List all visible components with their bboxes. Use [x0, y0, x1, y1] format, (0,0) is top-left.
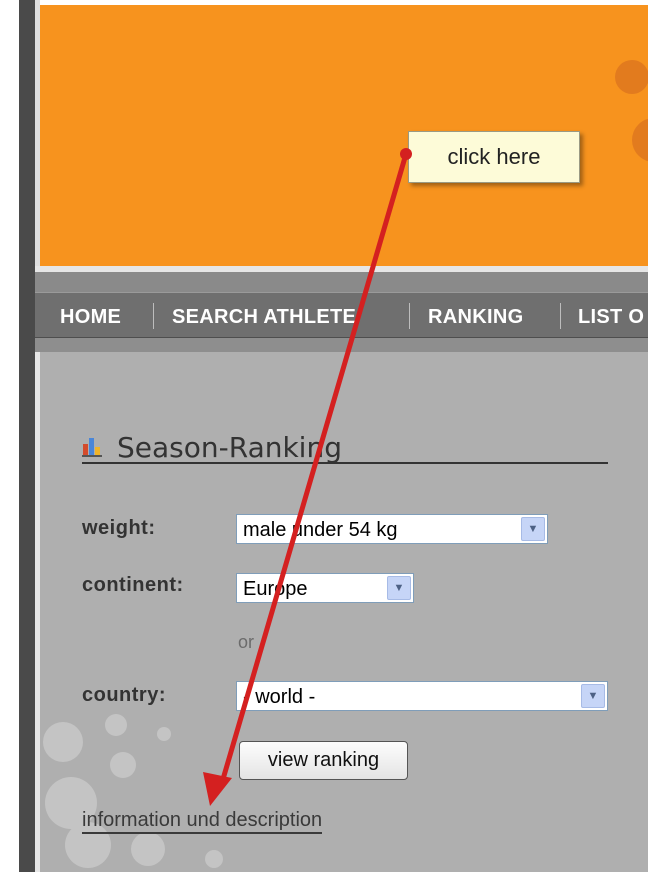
ranking-panel	[35, 352, 648, 872]
panel-decor-bubble	[105, 714, 127, 736]
panel-left-edge	[35, 352, 40, 872]
nav-item-home[interactable]: HOME	[60, 306, 121, 329]
country-label: country:	[82, 684, 166, 706]
bar-chart-icon	[82, 438, 102, 457]
information-link[interactable]: information und description	[82, 808, 323, 834]
click-here-callout: click here	[408, 131, 580, 183]
country-select-value: - world -	[243, 686, 316, 708]
panel-decor-bubble	[131, 832, 165, 866]
or-text: or	[238, 632, 255, 652]
panel-decor-bubble	[205, 850, 223, 868]
weight-select[interactable]: male under 54 kg ▼	[236, 514, 548, 544]
nav-separator	[153, 303, 154, 329]
nav-bottom-separator	[35, 338, 648, 352]
weight-label: weight:	[82, 517, 156, 539]
chevron-down-icon[interactable]: ▼	[387, 576, 411, 600]
chevron-down-icon[interactable]: ▼	[581, 684, 605, 708]
continent-label: continent:	[82, 574, 184, 596]
main-navigation: HOME SEARCH ATHLETE RANKING LIST O	[35, 292, 648, 338]
country-select[interactable]: - world - ▼	[236, 681, 608, 711]
continent-select-value: Europe	[243, 578, 308, 600]
title-underline	[82, 462, 608, 464]
nav-separator	[409, 303, 410, 329]
chevron-down-icon[interactable]: ▼	[521, 517, 545, 541]
view-ranking-button[interactable]: view ranking	[239, 741, 408, 780]
page-left-border	[19, 0, 35, 872]
nav-separator	[560, 303, 561, 329]
nav-item-search-athlete[interactable]: SEARCH ATHLETE	[172, 306, 356, 329]
banner-decor-dot	[632, 118, 648, 162]
panel-decor-bubble	[110, 752, 136, 778]
continent-select[interactable]: Europe ▼	[236, 573, 414, 603]
banner-decor-dot	[615, 60, 648, 94]
weight-select-value: male under 54 kg	[243, 519, 398, 541]
nav-item-list[interactable]: LIST O	[578, 306, 644, 329]
nav-item-ranking[interactable]: RANKING	[428, 306, 523, 329]
panel-decor-bubble	[157, 727, 171, 741]
banner-separator	[35, 272, 648, 292]
section-title: Season-Ranking	[117, 431, 342, 464]
panel-decor-bubble	[43, 722, 83, 762]
